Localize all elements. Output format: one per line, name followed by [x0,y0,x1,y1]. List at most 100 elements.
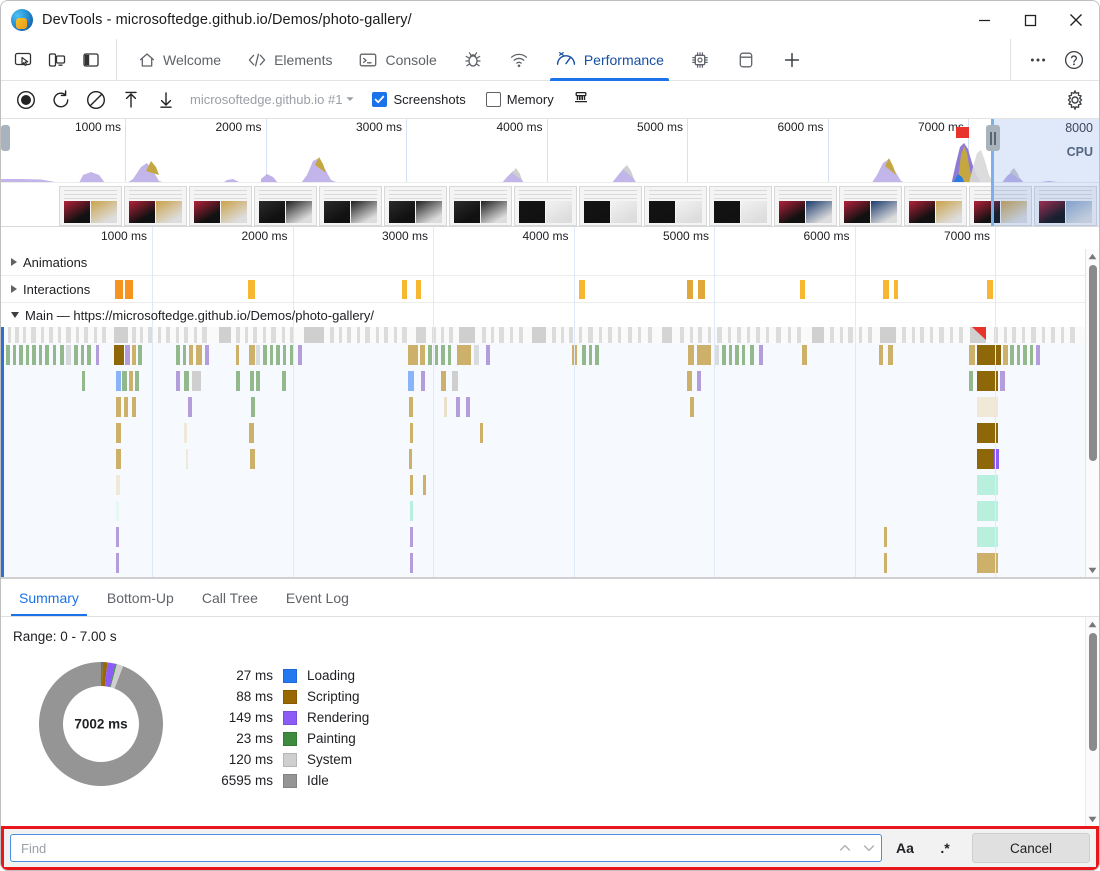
frame-header-lines [649,190,702,199]
filmstrip-frame[interactable] [969,186,1032,226]
interaction-bar[interactable] [883,280,889,299]
legend-row[interactable]: 23 msPainting [211,731,369,746]
filmstrip-frame[interactable] [254,186,317,226]
track-interactions[interactable]: Interactions [1,276,1085,303]
tab-bottom-up[interactable]: Bottom-Up [93,579,188,616]
interaction-bar[interactable] [125,280,133,299]
legend-row[interactable]: 120 msSystem [211,752,369,767]
legend-row[interactable]: 6595 msIdle [211,773,369,788]
application-icon [736,50,756,70]
track-main[interactable]: Main — https://microsoftedge.github.io/D… [1,303,1085,327]
interaction-bar[interactable] [115,280,123,299]
screenshots-checkbox[interactable]: Screenshots [363,92,474,107]
flame-scroll-thumb[interactable] [1089,265,1097,461]
overview-left-grip[interactable] [1,125,10,151]
tab-network[interactable] [496,39,542,81]
interaction-bar[interactable] [698,280,705,299]
summary-scrollbar[interactable] [1085,617,1099,826]
legend-row[interactable]: 27 msLoading [211,668,369,683]
profile-select[interactable]: microsoftedge.github.io #1 [184,92,361,107]
legend-row[interactable]: 149 msRendering [211,710,369,725]
track-interactions-header[interactable]: Interactions [1,276,90,302]
overview-tick-label: 3000 ms [356,120,406,134]
flame-chart-scrollbar[interactable] [1085,249,1099,577]
help-icon[interactable] [1057,44,1091,76]
timeline-overview[interactable]: 1000 ms2000 ms3000 ms4000 ms5000 ms6000 … [1,119,1099,227]
filmstrip-frame[interactable] [59,186,122,226]
close-button[interactable] [1053,1,1099,39]
filmstrip-frame[interactable] [1034,186,1097,226]
summary-scroll-thumb[interactable] [1089,633,1097,751]
reload-and-record-button[interactable] [44,85,77,115]
tab-elements[interactable]: Elements [234,39,345,81]
filmstrip-frame[interactable] [319,186,382,226]
tab-sources-debugger[interactable] [450,39,496,81]
details-drawer: Summary Bottom-Up Call Tree Event Log Ra… [1,578,1099,826]
track-main-header[interactable]: Main — https://microsoftedge.github.io/D… [1,303,374,327]
filmstrip-frame[interactable] [839,186,902,226]
filmstrip-frame[interactable] [579,186,642,226]
activity-donut-chart[interactable]: 7002 ms [31,654,171,794]
regex-button[interactable]: .* [928,834,962,862]
match-case-button[interactable]: Aa [888,834,922,862]
timeline-gridline [574,227,575,578]
track-animations[interactable]: Animations [1,249,1085,276]
save-profile-button[interactable] [149,85,182,115]
tab-performance[interactable]: Performance [542,39,677,81]
more-tools-icon[interactable] [1021,44,1055,76]
find-next-button[interactable] [857,835,881,861]
legend-row[interactable]: 88 msScripting [211,689,369,704]
memory-checkbox[interactable]: Memory [477,92,563,107]
tab-application[interactable] [723,39,769,81]
filmstrip-frame[interactable] [904,186,967,226]
filmstrip-frame[interactable] [189,186,252,226]
filmstrip-frame[interactable] [124,186,187,226]
find-input-wrapper[interactable] [10,834,882,862]
interaction-bar[interactable] [987,280,993,299]
frame-thumb-left [454,201,480,223]
tab-console[interactable]: Console [345,39,449,81]
cancel-button[interactable]: Cancel [972,833,1090,863]
filmstrip[interactable] [1,182,1099,226]
collect-garbage-icon[interactable] [565,85,598,115]
inspect-element-icon[interactable] [7,45,39,75]
interaction-bar[interactable] [416,280,421,299]
filmstrip-frame[interactable] [514,186,577,226]
filmstrip-frame[interactable] [774,186,837,226]
record-button[interactable] [9,85,42,115]
filmstrip-frame[interactable] [384,186,447,226]
scroll-up-arrow-icon[interactable] [1086,249,1100,263]
tab-add-panel[interactable] [769,39,815,81]
find-previous-button[interactable] [833,835,857,861]
capture-settings-gear-icon[interactable] [1058,85,1091,115]
find-input[interactable] [19,836,833,860]
interaction-bar[interactable] [800,280,805,299]
tab-event-log[interactable]: Event Log [272,579,363,616]
load-profile-button[interactable] [114,85,147,115]
interaction-bar[interactable] [402,280,407,299]
track-animations-header[interactable]: Animations [1,249,87,275]
dock-side-icon[interactable] [75,45,107,75]
scroll-down-arrow-icon[interactable] [1086,563,1100,577]
main-thread-flame-rows[interactable] [1,327,1085,577]
filmstrip-frame[interactable] [449,186,512,226]
interaction-bar[interactable] [687,280,693,299]
filmstrip-frame[interactable] [709,186,772,226]
tab-memory[interactable] [677,39,723,81]
clear-recording-button[interactable] [79,85,112,115]
interaction-bar[interactable] [894,280,898,299]
filmstrip-frame[interactable] [644,186,707,226]
minimize-button[interactable] [961,1,1007,39]
overview-right-grip[interactable] [986,125,1000,151]
device-emulation-icon[interactable] [41,45,73,75]
timeline-flame-chart[interactable]: 1000 ms2000 ms3000 ms4000 ms5000 ms6000 … [1,227,1099,578]
maximize-button[interactable] [1007,1,1053,39]
interaction-bar[interactable] [248,280,255,299]
scroll-down-arrow-icon[interactable] [1086,812,1100,826]
tab-summary[interactable]: Summary [5,579,93,616]
scroll-up-arrow-icon[interactable] [1086,617,1100,631]
tab-welcome[interactable]: Welcome [125,39,234,81]
legend-value: 27 ms [211,668,273,683]
tab-call-tree[interactable]: Call Tree [188,579,272,616]
interaction-bar[interactable] [579,280,585,299]
